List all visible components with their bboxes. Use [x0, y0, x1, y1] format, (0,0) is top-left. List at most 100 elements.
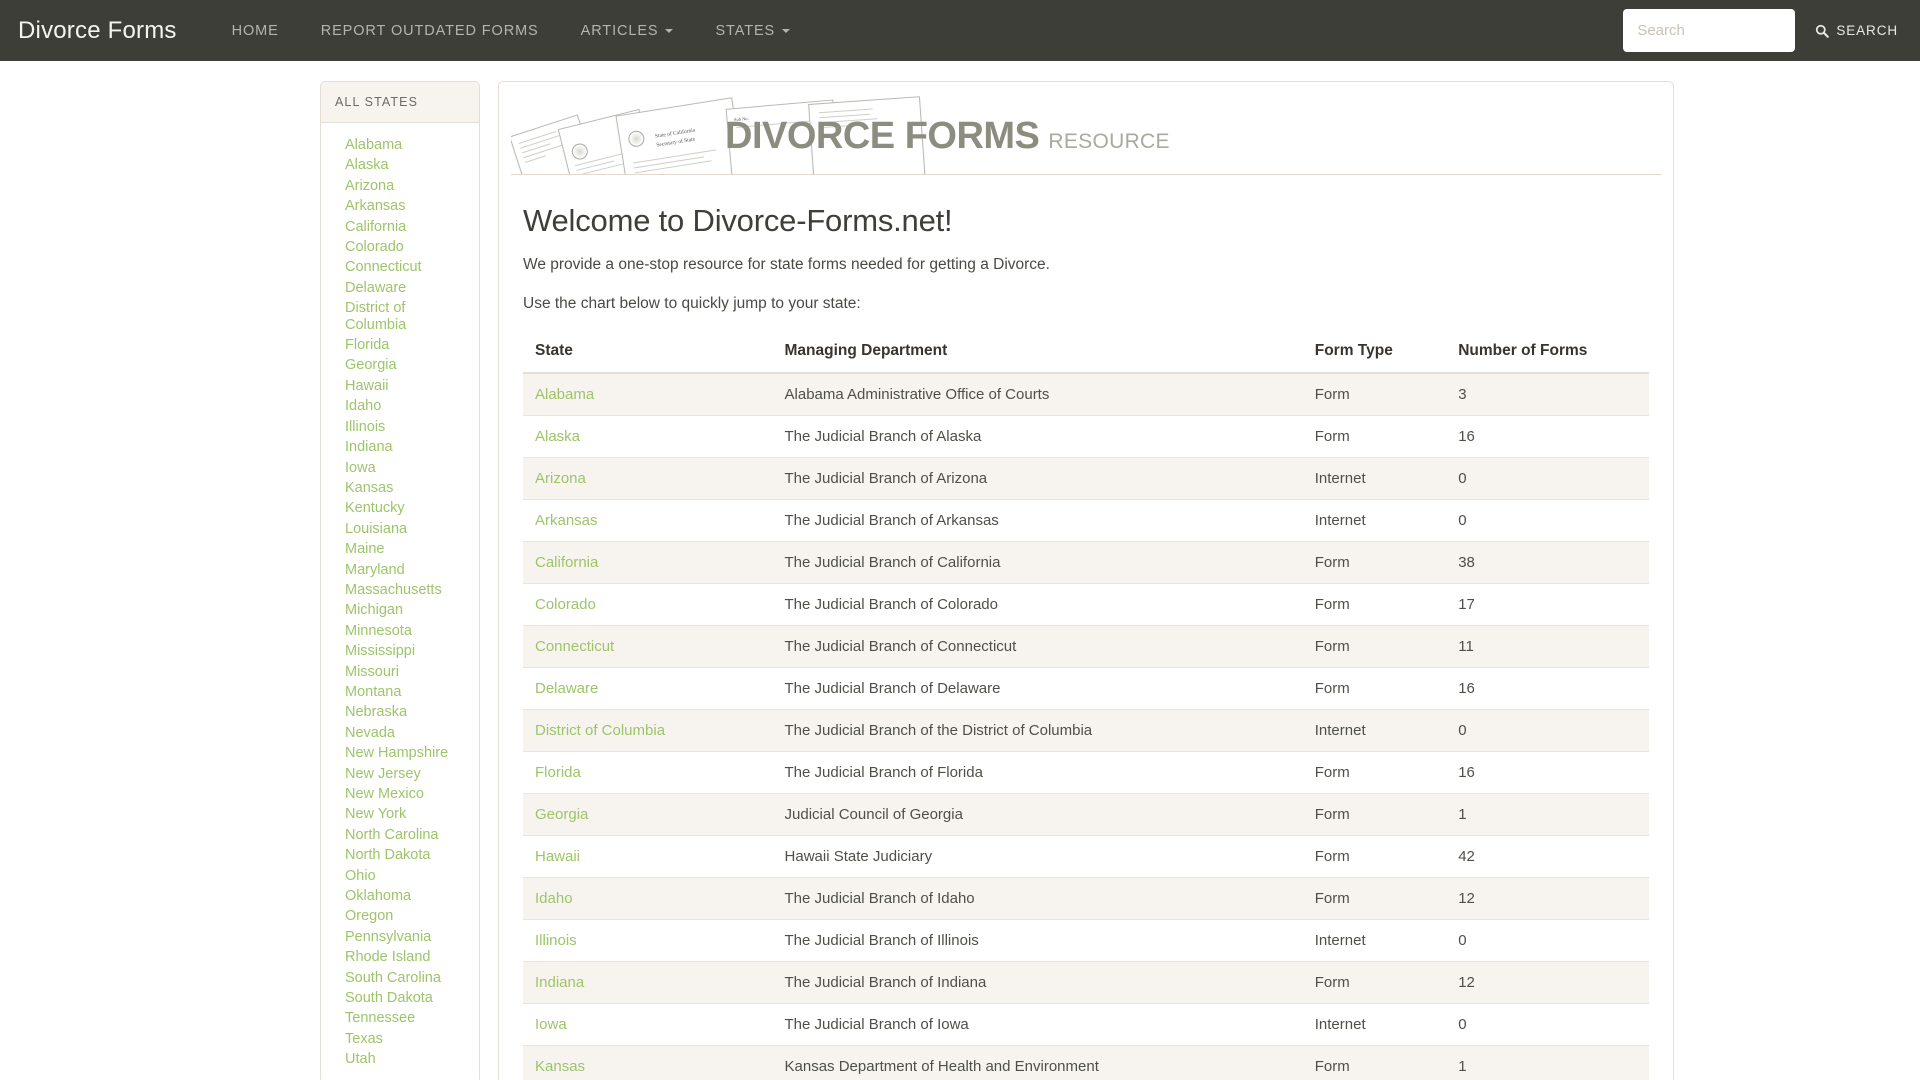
sidebar-item-district-of-columbia[interactable]: District of Columbia	[321, 298, 479, 335]
sidebar-item-idaho[interactable]: Idaho	[321, 396, 479, 416]
cell-form-count: 0	[1446, 456, 1649, 499]
nav-link-home[interactable]: HOME	[211, 0, 300, 61]
sidebar-item-new-jersey[interactable]: New Jersey	[321, 764, 479, 784]
sidebar-item-alabama[interactable]: Alabama	[321, 135, 479, 155]
sidebar-item-utah[interactable]: Utah	[321, 1049, 479, 1069]
sidebar-item-iowa[interactable]: Iowa	[321, 458, 479, 478]
sidebar-item-oregon[interactable]: Oregon	[321, 906, 479, 926]
state-link-colorado[interactable]: Colorado	[535, 596, 596, 613]
column-header-department: Managing Department	[772, 331, 1303, 374]
nav-link-label: STATES	[715, 22, 776, 39]
cell-form-count: 16	[1446, 750, 1649, 793]
sidebar-item-new-york[interactable]: New York	[321, 804, 479, 824]
state-link-california[interactable]: California	[535, 554, 598, 571]
cell-department: The Judicial Branch of Alaska	[772, 414, 1303, 457]
list-item: Georgia	[321, 355, 479, 375]
nav-link-report-outdated-forms[interactable]: REPORT OUTDATED FORMS	[300, 0, 560, 61]
sidebar-item-florida[interactable]: Florida	[321, 335, 479, 355]
sidebar-item-colorado[interactable]: Colorado	[321, 237, 479, 257]
list-item: Indiana	[321, 437, 479, 457]
nav-link-articles[interactable]: ARTICLES	[560, 0, 695, 61]
list-item: Nevada	[321, 723, 479, 743]
cell-form-type: Internet	[1302, 708, 1447, 751]
chevron-down-icon	[782, 28, 791, 33]
cell-form-count: 17	[1446, 582, 1649, 625]
cell-state: Idaho	[523, 876, 773, 919]
sidebar-item-kentucky[interactable]: Kentucky	[321, 498, 479, 518]
cell-state: Hawaii	[523, 834, 773, 877]
sidebar-item-missouri[interactable]: Missouri	[321, 662, 479, 682]
state-link-idaho[interactable]: Idaho	[535, 890, 573, 907]
state-link-district-of-columbia[interactable]: District of Columbia	[535, 722, 665, 739]
sidebar-item-connecticut[interactable]: Connecticut	[321, 257, 479, 277]
list-item: Maine	[321, 539, 479, 559]
sidebar-item-georgia[interactable]: Georgia	[321, 355, 479, 375]
sidebar-item-new-hampshire[interactable]: New Hampshire	[321, 743, 479, 763]
sidebar-item-indiana[interactable]: Indiana	[321, 437, 479, 457]
cell-form-type: Form	[1302, 1044, 1447, 1080]
sidebar-item-arizona[interactable]: Arizona	[321, 176, 479, 196]
state-link-connecticut[interactable]: Connecticut	[535, 638, 614, 655]
sidebar-item-maine[interactable]: Maine	[321, 539, 479, 559]
sidebar-item-alaska[interactable]: Alaska	[321, 155, 479, 175]
list-item: Oregon	[321, 906, 479, 926]
sidebar-item-mississippi[interactable]: Mississippi	[321, 641, 479, 661]
nav-link-states[interactable]: STATES	[694, 0, 811, 61]
list-item: New Mexico	[321, 784, 479, 804]
sidebar-item-hawaii[interactable]: Hawaii	[321, 376, 479, 396]
sidebar-item-delaware[interactable]: Delaware	[321, 278, 479, 298]
table-row: Colorado The Judicial Branch of Colorado F…	[523, 582, 1649, 625]
sidebar-item-north-carolina[interactable]: North Carolina	[321, 825, 479, 845]
list-item: Montana	[321, 682, 479, 702]
cell-state: Illinois	[523, 918, 773, 961]
state-link-georgia[interactable]: Georgia	[535, 806, 588, 823]
list-item: South Carolina	[321, 968, 479, 988]
state-link-alabama[interactable]: Alabama	[535, 386, 594, 403]
sidebar-item-california[interactable]: California	[321, 217, 479, 237]
sidebar-item-maryland[interactable]: Maryland	[321, 560, 479, 580]
state-link-iowa[interactable]: Iowa	[535, 1016, 567, 1033]
search-button[interactable]: SEARCH	[1815, 23, 1898, 38]
sidebar-item-oklahoma[interactable]: Oklahoma	[321, 886, 479, 906]
sidebar-item-tennessee[interactable]: Tennessee	[321, 1008, 479, 1028]
sidebar-item-michigan[interactable]: Michigan	[321, 600, 479, 620]
nav-link-label: ARTICLES	[580, 22, 659, 39]
sidebar-item-north-dakota[interactable]: North Dakota	[321, 845, 479, 865]
state-link-indiana[interactable]: Indiana	[535, 974, 584, 991]
state-link-kansas[interactable]: Kansas	[535, 1058, 585, 1075]
sidebar-item-rhode-island[interactable]: Rhode Island	[321, 947, 479, 967]
cell-form-type: Form	[1302, 666, 1447, 709]
sidebar-item-louisiana[interactable]: Louisiana	[321, 519, 479, 539]
cell-department: Alabama Administrative Office of Courts	[772, 372, 1303, 415]
cell-state: Georgia	[523, 792, 773, 835]
sidebar-item-illinois[interactable]: Illinois	[321, 417, 479, 437]
sidebar-item-nevada[interactable]: Nevada	[321, 723, 479, 743]
list-item: Missouri	[321, 662, 479, 682]
sidebar-item-ohio[interactable]: Ohio	[321, 866, 479, 886]
table-row: Hawaii Hawaii State Judiciary Form 42	[523, 834, 1649, 877]
search-input[interactable]	[1623, 9, 1796, 52]
sidebar-item-nebraska[interactable]: Nebraska	[321, 702, 479, 722]
state-link-florida[interactable]: Florida	[535, 764, 581, 781]
sidebar-item-kansas[interactable]: Kansas	[321, 478, 479, 498]
state-link-delaware[interactable]: Delaware	[535, 680, 598, 697]
sidebar-item-texas[interactable]: Texas	[321, 1029, 479, 1049]
sidebar-item-new-mexico[interactable]: New Mexico	[321, 784, 479, 804]
sidebar-item-arkansas[interactable]: Arkansas	[321, 196, 479, 216]
state-link-illinois[interactable]: Illinois	[535, 932, 577, 949]
cell-department: The Judicial Branch of Idaho	[772, 876, 1303, 919]
sidebar-item-minnesota[interactable]: Minnesota	[321, 621, 479, 641]
list-item: Hawaii	[321, 376, 479, 396]
site-brand[interactable]: Divorce Forms	[18, 17, 177, 45]
sidebar-item-south-dakota[interactable]: South Dakota	[321, 988, 479, 1008]
state-link-arkansas[interactable]: Arkansas	[535, 512, 598, 529]
sidebar-item-pennsylvania[interactable]: Pennsylvania	[321, 927, 479, 947]
sidebar-item-south-carolina[interactable]: South Carolina	[321, 968, 479, 988]
sidebar-item-massachusetts[interactable]: Massachusetts	[321, 580, 479, 600]
state-link-hawaii[interactable]: Hawaii	[535, 848, 580, 865]
state-link-arizona[interactable]: Arizona	[535, 470, 586, 487]
state-link-alaska[interactable]: Alaska	[535, 428, 580, 445]
sidebar-item-montana[interactable]: Montana	[321, 682, 479, 702]
all-states-panel: ALL STATES Alabama Alaska Arizona Arkansas C…	[320, 81, 480, 1080]
cell-department: The Judicial Branch of Colorado	[772, 582, 1303, 625]
